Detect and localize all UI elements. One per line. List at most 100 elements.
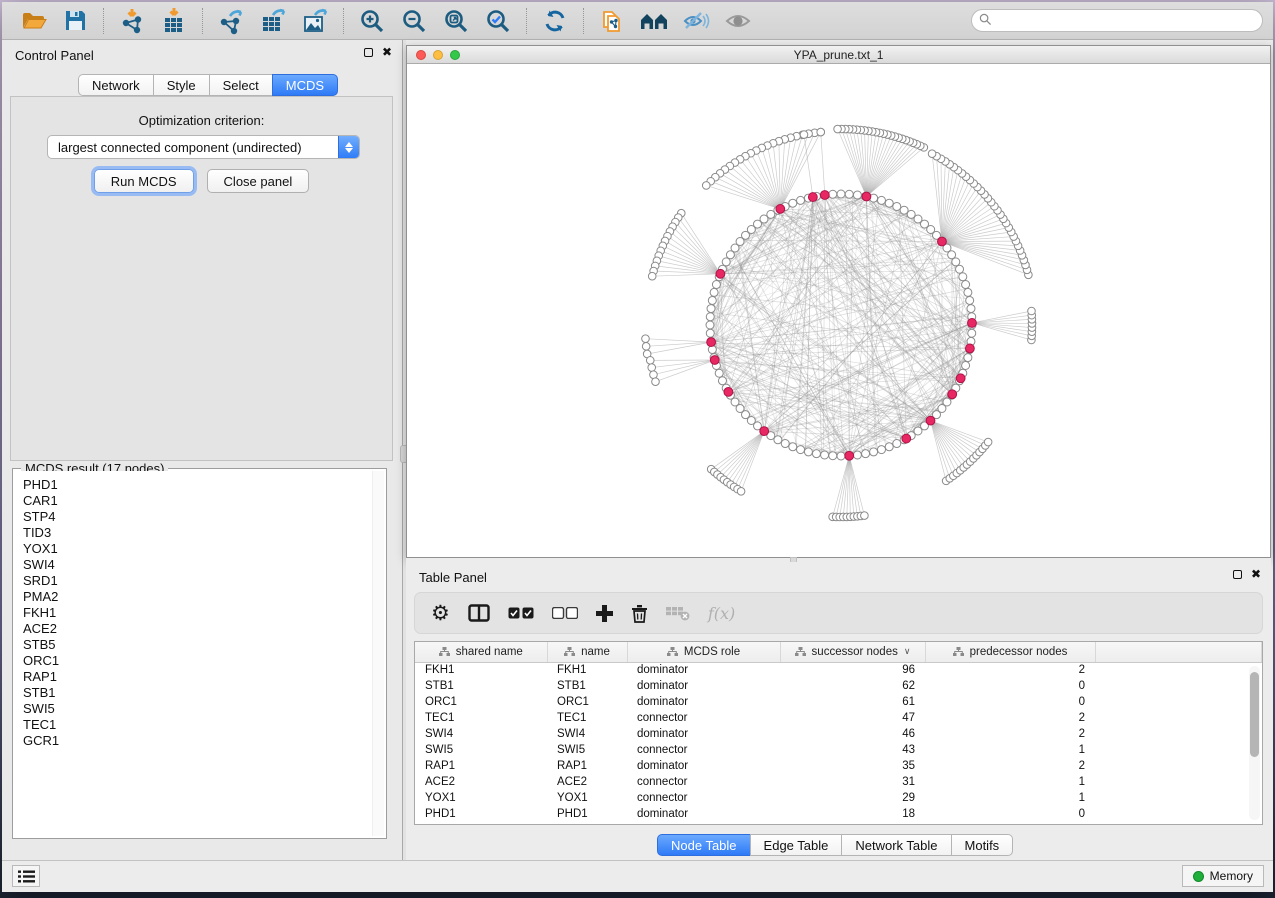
clone-network-button[interactable] — [591, 5, 633, 37]
mcds-hub-node[interactable] — [707, 338, 716, 347]
network-node[interactable] — [726, 251, 734, 259]
tab-mcds[interactable]: MCDS — [272, 74, 338, 96]
close-panel-button[interactable]: ✖ — [382, 48, 392, 57]
network-node[interactable] — [707, 305, 715, 313]
network-node[interactable] — [737, 487, 745, 495]
network-node[interactable] — [642, 335, 650, 343]
export-image-button[interactable] — [294, 5, 336, 37]
table-cell[interactable]: ACE2 — [547, 774, 627, 790]
column-header-MCDS-role[interactable]: MCDS role — [627, 642, 780, 662]
network-node[interactable] — [952, 258, 960, 266]
mcds-hub-node[interactable] — [808, 193, 817, 202]
mcds-hub-node[interactable] — [926, 416, 935, 425]
import-network-button[interactable] — [111, 5, 153, 37]
table-cell[interactable]: SWI5 — [415, 742, 547, 758]
table-cell[interactable] — [1095, 774, 1262, 790]
network-node[interactable] — [862, 450, 870, 458]
network-node[interactable] — [829, 190, 837, 198]
column-header-successor-nodes[interactable]: successor nodes∨ — [780, 642, 925, 662]
table-row[interactable]: STB1STB1dominator620 — [415, 678, 1262, 694]
network-node[interactable] — [870, 448, 878, 456]
mcds-hub-node[interactable] — [845, 451, 854, 460]
mcds-hub-node[interactable] — [862, 192, 871, 201]
zoom-in-button[interactable] — [351, 5, 393, 37]
table-scrollbar[interactable] — [1249, 666, 1260, 820]
network-node[interactable] — [928, 150, 936, 158]
table-cell[interactable]: 31 — [780, 774, 925, 790]
mcds-result-item[interactable]: TID3 — [23, 525, 372, 541]
mcds-result-item[interactable]: PMA2 — [23, 589, 372, 605]
mcds-result-item[interactable]: GCR1 — [23, 733, 372, 749]
network-node[interactable] — [837, 190, 845, 198]
table-row[interactable]: PHD1PHD1dominator180 — [415, 806, 1262, 822]
network-node[interactable] — [837, 452, 845, 460]
network-node[interactable] — [893, 202, 901, 210]
table-cell[interactable]: STB1 — [547, 678, 627, 694]
memory-button[interactable]: Memory — [1182, 865, 1264, 887]
network-node[interactable] — [715, 369, 723, 377]
tab-network[interactable]: Network — [78, 74, 153, 96]
mcds-result-item[interactable]: YOX1 — [23, 541, 372, 557]
network-node[interactable] — [861, 512, 869, 520]
table-row[interactable]: RAP1RAP1dominator352 — [415, 758, 1262, 774]
network-node[interactable] — [967, 305, 975, 313]
close-panel-button-mcds[interactable]: Close panel — [207, 169, 310, 193]
float-table-panel-button[interactable] — [1233, 570, 1242, 579]
network-node[interactable] — [706, 313, 714, 321]
import-table-button[interactable] — [153, 5, 195, 37]
mcds-result-item[interactable]: ORC1 — [23, 653, 372, 669]
network-node[interactable] — [845, 190, 853, 198]
network-node[interactable] — [817, 128, 825, 136]
mcds-result-item[interactable]: ACE2 — [23, 621, 372, 637]
show-panels-menu-button[interactable] — [12, 865, 40, 887]
table-cell[interactable]: FKH1 — [415, 662, 547, 678]
search-input[interactable] — [971, 9, 1263, 32]
network-node[interactable] — [650, 371, 658, 379]
table-cell[interactable]: 35 — [780, 758, 925, 774]
tab-network-table[interactable]: Network Table — [841, 834, 950, 856]
select-all-columns-button[interactable] — [508, 607, 534, 619]
mcds-hub-node[interactable] — [710, 356, 719, 365]
table-cell[interactable]: dominator — [627, 806, 780, 822]
network-node[interactable] — [964, 354, 972, 362]
delete-column-button[interactable] — [631, 604, 648, 623]
network-node[interactable] — [968, 329, 976, 337]
network-node[interactable] — [956, 265, 964, 273]
export-network-button[interactable] — [210, 5, 252, 37]
column-header-name[interactable]: name — [547, 642, 627, 662]
table-cell[interactable]: 2 — [925, 758, 1095, 774]
mcds-result-item[interactable]: TEC1 — [23, 717, 372, 733]
table-cell[interactable]: 1 — [925, 790, 1095, 806]
table-cell[interactable]: RAP1 — [547, 758, 627, 774]
network-node[interactable] — [893, 440, 901, 448]
tab-style[interactable]: Style — [153, 74, 209, 96]
mcds-result-item[interactable]: STB5 — [23, 637, 372, 653]
table-row[interactable]: TEC1TEC1connector472 — [415, 710, 1262, 726]
table-cell[interactable]: 62 — [780, 678, 925, 694]
network-node[interactable] — [853, 451, 861, 459]
mcds-result-item[interactable]: RAP1 — [23, 669, 372, 685]
network-node[interactable] — [789, 199, 797, 207]
table-cell[interactable]: 0 — [925, 694, 1095, 710]
table-cell[interactable] — [1095, 662, 1262, 678]
mcds-hub-node[interactable] — [724, 387, 733, 396]
mcds-hub-node[interactable] — [938, 237, 947, 246]
table-cell[interactable]: 2 — [925, 726, 1095, 742]
mcds-result-item[interactable]: SWI5 — [23, 701, 372, 717]
network-node[interactable] — [781, 440, 789, 448]
mcds-hub-node[interactable] — [716, 269, 725, 278]
criterion-dropdown[interactable]: largest connected component (undirected) — [47, 135, 360, 159]
table-cell[interactable] — [1095, 678, 1262, 694]
network-window-titlebar[interactable]: YPA_prune.txt_1 — [407, 46, 1270, 64]
table-cell[interactable]: TEC1 — [547, 710, 627, 726]
table-cell[interactable]: connector — [627, 774, 780, 790]
table-row[interactable]: ACE2ACE2connector311 — [415, 774, 1262, 790]
table-cell[interactable]: connector — [627, 710, 780, 726]
mcds-result-item[interactable]: SWI4 — [23, 557, 372, 573]
table-cell[interactable]: YOX1 — [547, 790, 627, 806]
network-node[interactable] — [812, 450, 820, 458]
network-node[interactable] — [877, 196, 885, 204]
zoom-selected-button[interactable] — [477, 5, 519, 37]
deselect-all-columns-button[interactable] — [552, 607, 578, 619]
save-session-button[interactable] — [54, 5, 96, 37]
